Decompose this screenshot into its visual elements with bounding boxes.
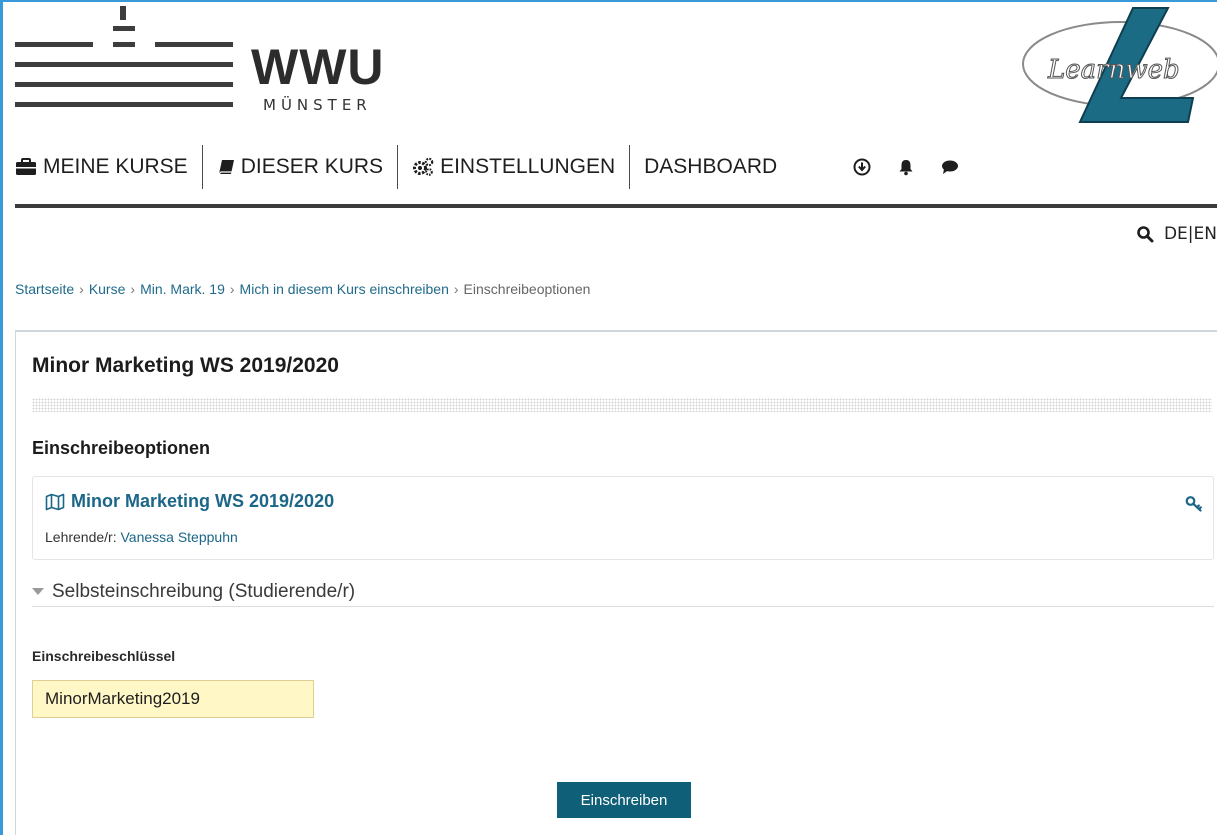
language-de-link[interactable]: DE: [1164, 224, 1188, 244]
course-link[interactable]: Minor Marketing WS 2019/2020: [45, 491, 334, 512]
breadcrumb-separator: ›: [453, 281, 459, 297]
nav-dashboard[interactable]: DASHBOARD: [630, 145, 791, 189]
teacher-link[interactable]: Vanessa Steppuhn: [121, 529, 238, 545]
breadcrumb-startseite[interactable]: Startseite: [15, 281, 74, 297]
nav-dieser-kurs-label: DIESER KURS: [240, 155, 384, 178]
nav-utility-icons: [853, 158, 959, 176]
main-nav: MEINE KURSE DIESER KURS EINSTELLUNGEN DA…: [15, 142, 1217, 192]
nav-einstellungen[interactable]: EINSTELLUNGEN: [398, 145, 629, 189]
breadcrumb-course[interactable]: Min. Mark. 19: [140, 281, 225, 297]
self-enrol-section-toggle[interactable]: Selbsteinschreibung (Studierende/r): [32, 578, 1214, 607]
section-title: Einschreibeoptionen: [32, 438, 211, 458]
breadcrumb: Startseite › Kurse › Min. Mark. 19 › Mic…: [15, 281, 590, 297]
book-icon: [218, 160, 234, 175]
nav-dashboard-label: DASHBOARD: [644, 155, 778, 178]
teacher-label: Lehrende/r:: [45, 529, 117, 545]
breadcrumb-separator: ›: [229, 281, 235, 297]
main-content: Minor Marketing WS 2019/2020 Einschreibe…: [15, 330, 1217, 835]
bell-icon[interactable]: [897, 158, 915, 176]
wwu-logo-text: WWU: [251, 39, 385, 95]
breadcrumb-kurse[interactable]: Kurse: [89, 281, 126, 297]
briefcase-icon: [16, 158, 36, 175]
nav-meine-kurse-label: MEINE KURSE: [43, 155, 188, 178]
download-circle-icon[interactable]: [853, 158, 871, 176]
nav-meine-kurse[interactable]: MEINE KURSE: [15, 145, 202, 189]
page-frame: WWU MÜNSTER Learnweb MEINE KURSE DIESER …: [0, 0, 1217, 835]
dotted-divider: [32, 398, 1212, 412]
enrol-key-label: Einschreibeschlüssel: [32, 648, 176, 664]
learnweb-logo[interactable]: Learnweb: [1018, 2, 1217, 134]
enrol-button[interactable]: Einschreiben: [557, 782, 691, 818]
course-info-box: Minor Marketing WS 2019/2020 Lehrende/r:…: [32, 476, 1214, 560]
nav-divider: [15, 204, 1217, 208]
page-title: Minor Marketing WS 2019/2020: [32, 354, 339, 377]
course-link-label: Minor Marketing WS 2019/2020: [71, 491, 335, 511]
wwu-logo-subtitle: MÜNSTER: [263, 96, 372, 114]
search-language-bar: DE|EN: [1136, 224, 1217, 244]
key-icon: [1185, 496, 1202, 512]
breadcrumb-current: Einschreibeoptionen: [463, 281, 591, 297]
map-icon: [45, 493, 65, 510]
breadcrumb-enrol[interactable]: Mich in diesem Kurs einschreiben: [240, 281, 449, 297]
chat-bubble-icon[interactable]: [941, 158, 959, 176]
learnweb-logo-text: Learnweb: [1047, 55, 1180, 85]
nav-einstellungen-label: EINSTELLUNGEN: [440, 155, 616, 178]
language-en-link[interactable]: EN: [1194, 224, 1217, 244]
breadcrumb-separator: ›: [130, 281, 136, 297]
search-icon[interactable]: [1136, 225, 1154, 243]
enrol-key-input[interactable]: [32, 680, 314, 718]
breadcrumb-separator: ›: [79, 281, 84, 297]
self-enrol-section-label: Selbsteinschreibung (Studierende/r): [52, 581, 356, 602]
gears-icon: [413, 157, 434, 176]
nav-dieser-kurs[interactable]: DIESER KURS: [203, 145, 397, 189]
caret-down-icon: [32, 588, 44, 595]
teacher-line: Lehrende/r: Vanessa Steppuhn: [45, 529, 238, 545]
